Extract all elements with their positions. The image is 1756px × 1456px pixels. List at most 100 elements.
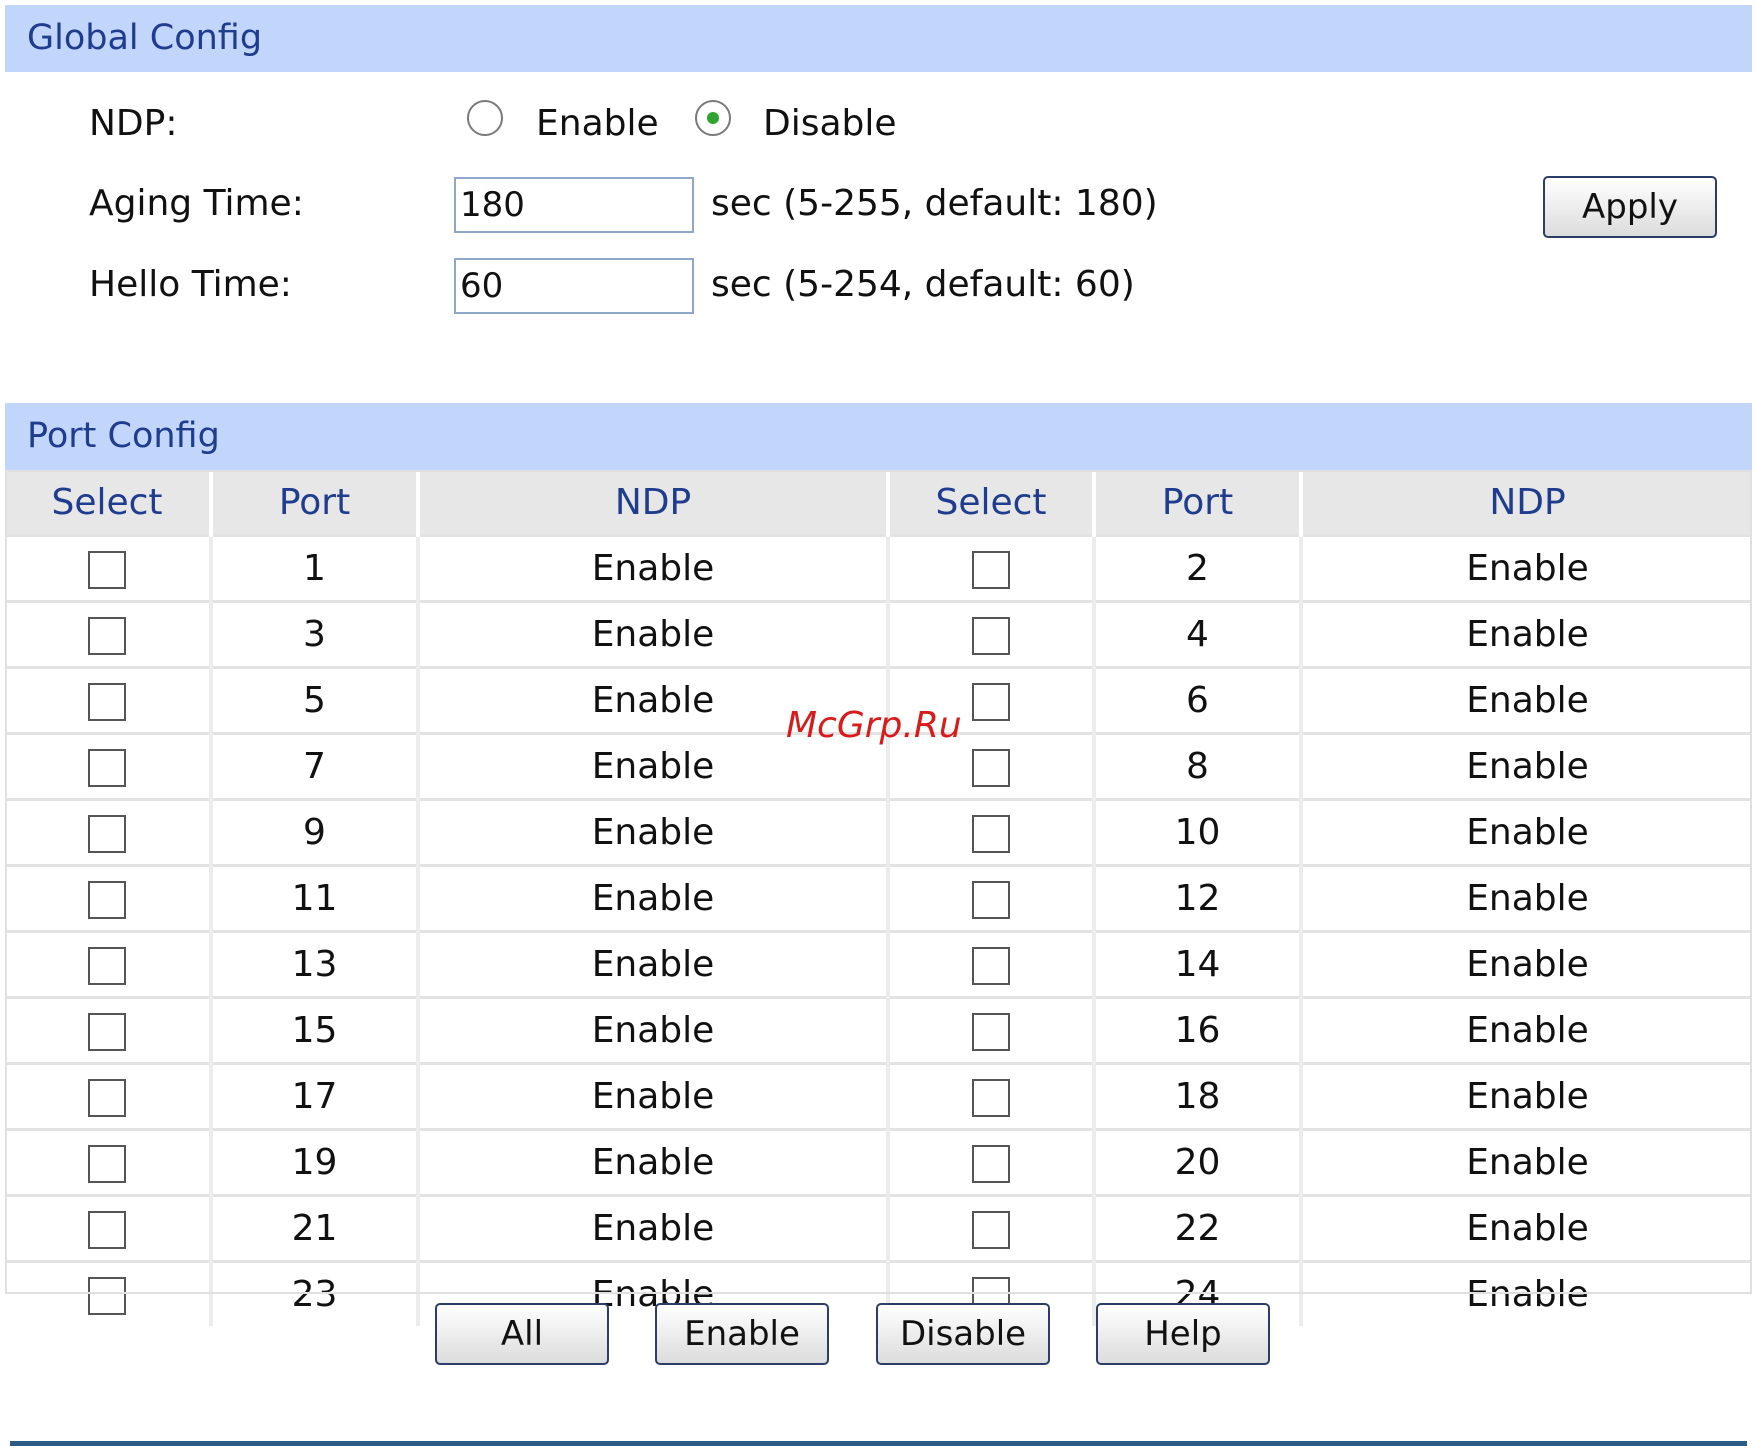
ndp-enable-radio[interactable]: [467, 100, 503, 136]
select-cell: [5, 1128, 213, 1196]
col-header-select: Select: [5, 470, 213, 536]
port-cell: 20: [1094, 1128, 1303, 1196]
select-cell: [5, 798, 213, 866]
select-cell: [888, 930, 1096, 998]
aging-time-input[interactable]: [454, 177, 694, 233]
ndp-status-cell: Enable: [418, 798, 890, 866]
port-cell: 10: [1094, 798, 1303, 866]
port-select-checkbox[interactable]: [88, 1211, 126, 1249]
table-row: 21 Enable 22 Enable: [5, 1194, 1752, 1262]
port-select-checkbox[interactable]: [88, 1145, 126, 1183]
port-cell: 23: [211, 1260, 420, 1326]
port-select-checkbox[interactable]: [972, 683, 1010, 721]
port-select-checkbox[interactable]: [972, 947, 1010, 985]
select-cell: [5, 930, 213, 998]
ndp-disable-label: Disable: [763, 103, 897, 144]
table-row: 9 Enable 10 Enable: [5, 798, 1752, 866]
select-cell: [5, 1062, 213, 1130]
global-config-header: Global Config: [5, 5, 1752, 72]
port-select-checkbox[interactable]: [972, 1211, 1010, 1249]
port-select-checkbox[interactable]: [88, 749, 126, 787]
select-cell: [888, 1062, 1096, 1130]
select-cell: [5, 534, 213, 602]
ndp-disable-radio[interactable]: [695, 100, 731, 136]
apply-button[interactable]: Apply: [1543, 176, 1717, 238]
port-cell: 13: [211, 930, 420, 998]
hello-time-label: Hello Time:: [89, 264, 292, 305]
port-select-checkbox[interactable]: [972, 749, 1010, 787]
port-cell: 3: [211, 600, 420, 668]
select-cell: [888, 996, 1096, 1064]
port-cell: 6: [1094, 666, 1303, 734]
ndp-label: NDP:: [89, 103, 178, 144]
port-select-checkbox[interactable]: [88, 551, 126, 589]
enable-button[interactable]: Enable: [655, 1303, 829, 1365]
ndp-status-cell: Enable: [418, 1062, 890, 1130]
port-cell: 17: [211, 1062, 420, 1130]
table-row: 3 Enable 4 Enable: [5, 600, 1752, 668]
select-cell: [5, 1194, 213, 1262]
port-cell: 2: [1094, 534, 1303, 602]
col-header-ndp-2: NDP: [1301, 470, 1752, 536]
table-row: 19 Enable 20 Enable: [5, 1128, 1752, 1196]
port-select-checkbox[interactable]: [88, 683, 126, 721]
port-cell: 11: [211, 864, 420, 932]
table-row: 11 Enable 12 Enable: [5, 864, 1752, 932]
col-header-port-2: Port: [1094, 470, 1303, 536]
watermark: McGrp.Ru: [786, 705, 962, 746]
port-select-checkbox[interactable]: [972, 617, 1010, 655]
port-select-checkbox[interactable]: [88, 1277, 126, 1315]
select-cell: [888, 600, 1096, 668]
select-cell: [888, 798, 1096, 866]
port-select-checkbox[interactable]: [88, 1013, 126, 1051]
ndp-status-cell: Enable: [1301, 930, 1752, 998]
port-cell: 9: [211, 798, 420, 866]
ndp-status-cell: Enable: [418, 600, 890, 668]
port-select-checkbox[interactable]: [88, 617, 126, 655]
port-select-checkbox[interactable]: [88, 881, 126, 919]
port-select-checkbox[interactable]: [88, 815, 126, 853]
col-header-port: Port: [211, 470, 420, 536]
port-cell: 16: [1094, 996, 1303, 1064]
port-select-checkbox[interactable]: [972, 1079, 1010, 1117]
ndp-status-cell: Enable: [418, 534, 890, 602]
table-row: 15 Enable 16 Enable: [5, 996, 1752, 1064]
ndp-status-cell: Enable: [1301, 666, 1752, 734]
select-all-button[interactable]: All: [435, 1303, 609, 1365]
port-cell: 5: [211, 666, 420, 734]
ndp-status-cell: Enable: [418, 996, 890, 1064]
port-cell: 14: [1094, 930, 1303, 998]
table-row: 17 Enable 18 Enable: [5, 1062, 1752, 1130]
aging-time-label: Aging Time:: [89, 183, 304, 224]
help-button[interactable]: Help: [1096, 1303, 1270, 1365]
ndp-status-cell: Enable: [1301, 600, 1752, 668]
ndp-status-cell: Enable: [1301, 534, 1752, 602]
ndp-status-cell: Enable: [1301, 1062, 1752, 1130]
port-select-checkbox[interactable]: [972, 1145, 1010, 1183]
port-config-title: Port Config: [27, 416, 220, 456]
bottom-divider: [10, 1441, 1747, 1446]
ndp-status-cell: Enable: [1301, 996, 1752, 1064]
ndp-status-cell: Enable: [1301, 732, 1752, 800]
ndp-status-cell: Enable: [1301, 1260, 1752, 1326]
port-cell: 12: [1094, 864, 1303, 932]
ndp-status-cell: Enable: [1301, 1128, 1752, 1196]
select-cell: [5, 996, 213, 1064]
port-select-checkbox[interactable]: [972, 551, 1010, 589]
ndp-status-cell: Enable: [418, 864, 890, 932]
table-row: 13 Enable 14 Enable: [5, 930, 1752, 998]
aging-time-hint: sec (5-255, default: 180): [711, 183, 1158, 224]
port-select-checkbox[interactable]: [972, 815, 1010, 853]
port-select-checkbox[interactable]: [972, 881, 1010, 919]
port-select-checkbox[interactable]: [88, 947, 126, 985]
hello-time-input[interactable]: [454, 258, 694, 314]
select-cell: [888, 1128, 1096, 1196]
port-select-checkbox[interactable]: [972, 1013, 1010, 1051]
port-cell: 15: [211, 996, 420, 1064]
disable-button[interactable]: Disable: [876, 1303, 1050, 1365]
select-cell: [888, 534, 1096, 602]
port-select-checkbox[interactable]: [88, 1079, 126, 1117]
port-cell: 21: [211, 1194, 420, 1262]
port-cell: 8: [1094, 732, 1303, 800]
col-header-select-2: Select: [888, 470, 1096, 536]
